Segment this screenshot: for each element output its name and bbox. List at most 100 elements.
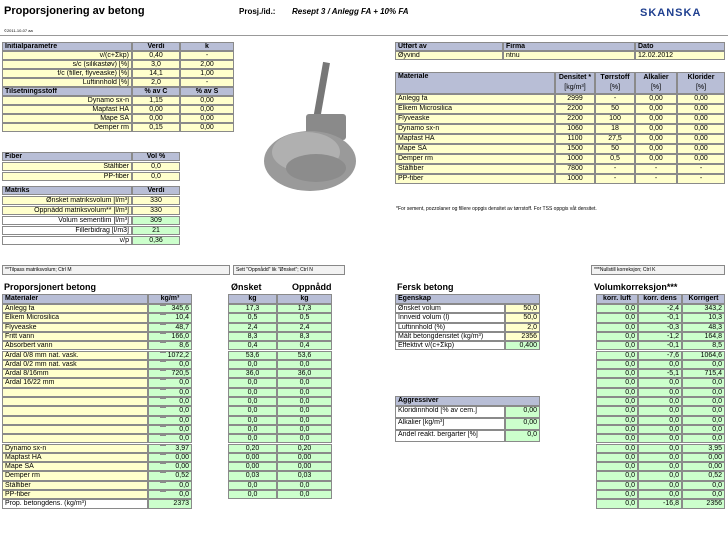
got-kg-value: 36,0 xyxy=(277,369,332,379)
column-header-label: Tørrstoff xyxy=(600,74,630,81)
proportion-material-name[interactable]: Elkem Microsilica xyxy=(2,313,148,323)
proportion-material-name[interactable]: Flyveaske xyxy=(2,322,148,332)
param-k-input[interactable]: 2,00 xyxy=(180,60,234,69)
material-dry-input[interactable]: 0,5 xyxy=(595,154,635,164)
material-name-input[interactable]: Elkem Microsilica xyxy=(395,104,555,114)
fresh-value[interactable]: 50,0 xyxy=(505,313,540,323)
proportion-material-name[interactable]: Fritt vann xyxy=(2,331,148,342)
performed-by-input[interactable]: Øyvind xyxy=(395,51,503,60)
material-density-input[interactable]: 1100 xyxy=(555,134,595,144)
material-dry-input[interactable]: - xyxy=(595,174,635,184)
additive-s-input[interactable]: 0,00 xyxy=(180,96,234,105)
proportion-material-name[interactable]: Demper rm xyxy=(2,471,148,481)
proportion-material-name[interactable]: Mapfast HA xyxy=(2,452,148,463)
additive-c-input[interactable]: 0,15 xyxy=(132,123,180,132)
material-density-input[interactable]: 1060 xyxy=(555,124,595,134)
material-alkali-input[interactable]: 0,00 xyxy=(635,94,677,104)
firm-input[interactable]: ntnu xyxy=(503,51,635,60)
material-density-input[interactable]: 2200 xyxy=(555,114,595,124)
matrix-value[interactable]: 330 xyxy=(132,196,180,205)
material-alkali-input[interactable]: 0,00 xyxy=(635,154,677,164)
fresh-value[interactable]: 50,0 xyxy=(505,304,540,314)
material-density-input[interactable]: 1000 xyxy=(555,154,595,164)
proportion-material-name[interactable]: Mape SA xyxy=(2,462,148,472)
matrix-value[interactable]: 330 xyxy=(132,206,180,215)
proportion-material-name[interactable]: Årdal 0/8 mm nat. vask. xyxy=(2,350,148,360)
additive-c-input[interactable]: 0,00 xyxy=(132,114,180,123)
material-alkali-input[interactable]: 0,00 xyxy=(635,144,677,154)
fresh-value[interactable]: 2356 xyxy=(505,331,540,342)
material-dry-input[interactable]: - xyxy=(595,94,635,104)
corr-dens-value: -0,1 xyxy=(638,313,682,323)
material-dry-input[interactable]: 50 xyxy=(595,104,635,114)
material-density-input[interactable]: 2999 xyxy=(555,94,595,104)
material-name-input[interactable]: Stålfiber xyxy=(395,164,555,174)
proportion-material-name[interactable]: Årdal 0/2 mm nat. vask xyxy=(2,359,148,370)
proportion-material-name[interactable]: PP-fiber xyxy=(2,490,148,500)
param-value-input[interactable]: 3,0 xyxy=(132,60,180,69)
material-name-input[interactable]: Mapfast HA xyxy=(395,134,555,144)
proportion-material-name[interactable] xyxy=(2,387,148,397)
fresh-value[interactable]: 2,0 xyxy=(505,322,540,332)
proportion-material-name[interactable]: Dynamo sx-n xyxy=(2,443,148,453)
material-dry-input[interactable]: 18 xyxy=(595,124,635,134)
material-name-input[interactable]: Flyveaske xyxy=(395,114,555,124)
proportion-material-name[interactable]: Anlegg fa xyxy=(2,304,148,314)
additive-c-input[interactable]: 1,15 xyxy=(132,96,180,105)
proportion-material-name[interactable] xyxy=(2,406,148,416)
proportion-material-name[interactable]: Årdal 8/16mm xyxy=(2,369,148,379)
proportion-material-name[interactable] xyxy=(2,397,148,407)
fiber-input[interactable]: 0,0 xyxy=(132,162,180,171)
material-alkali-input[interactable]: 0,00 xyxy=(635,134,677,144)
material-chloride-input[interactable]: 0,00 xyxy=(677,114,725,124)
param-value-input[interactable]: 14,1 xyxy=(132,69,180,78)
date-input[interactable]: 12.02.2012 xyxy=(635,51,725,60)
material-alkali-input[interactable]: 0,00 xyxy=(635,124,677,134)
material-chloride-input[interactable]: 0,00 xyxy=(677,134,725,144)
material-dry-input[interactable]: 50 xyxy=(595,144,635,154)
additive-s-input[interactable]: 0,00 xyxy=(180,114,234,123)
proportion-material-name[interactable]: Årdal 16/22 mm xyxy=(2,378,148,388)
material-name-input[interactable]: PP-fiber xyxy=(395,174,555,184)
param-k-input[interactable]: 1,00 xyxy=(180,69,234,78)
material-dry-input[interactable]: 100 xyxy=(595,114,635,124)
material-name-input[interactable]: Dynamo sx-n xyxy=(395,124,555,134)
proportion-material-name[interactable] xyxy=(2,434,148,444)
proportion-material-name[interactable] xyxy=(2,424,148,435)
material-name-input[interactable]: Mape SA xyxy=(395,144,555,154)
material-density-input[interactable]: 7800 xyxy=(555,164,595,174)
material-chloride-input[interactable]: 0,00 xyxy=(677,94,725,104)
material-dry-input[interactable]: - xyxy=(595,164,635,174)
param-k-input[interactable]: - xyxy=(180,78,234,87)
proportion-material-name[interactable]: Absorbert vann xyxy=(2,341,148,351)
param-value-input[interactable]: 0,40 xyxy=(132,51,180,60)
material-name-input[interactable]: Demper rm xyxy=(395,154,555,164)
header-performed-by: Utført av xyxy=(395,42,503,51)
material-alkali-input[interactable]: - xyxy=(635,174,677,184)
additive-s-input[interactable]: 0,00 xyxy=(180,123,234,132)
got-kg-value: 8,3 xyxy=(277,331,332,342)
material-chloride-input[interactable]: 0,00 xyxy=(677,124,725,134)
param-k-input[interactable]: - xyxy=(180,51,234,60)
additive-s-input[interactable]: 0,00 xyxy=(180,105,234,114)
material-density-input[interactable]: 1000 xyxy=(555,174,595,184)
material-chloride-input[interactable]: - xyxy=(677,164,725,174)
material-density-input[interactable]: 1500 xyxy=(555,144,595,154)
got-kg-value: 0,0 xyxy=(277,434,332,444)
material-dry-input[interactable]: 27,5 xyxy=(595,134,635,144)
material-alkali-input[interactable]: 0,00 xyxy=(635,114,677,124)
matrix-label: Oppnådd matriksvolum** [l/m³] xyxy=(2,206,132,215)
material-name-input[interactable]: Anlegg fa xyxy=(395,94,555,104)
material-chloride-input[interactable]: 0,00 xyxy=(677,104,725,114)
material-alkali-input[interactable]: - xyxy=(635,164,677,174)
material-chloride-input[interactable]: 0,00 xyxy=(677,154,725,164)
param-value-input[interactable]: 2,0 xyxy=(132,78,180,87)
material-chloride-input[interactable]: 0,00 xyxy=(677,144,725,154)
fiber-input[interactable]: 0,0 xyxy=(132,172,180,181)
material-chloride-input[interactable]: - xyxy=(677,174,725,184)
additive-c-input[interactable]: 0,00 xyxy=(132,105,180,114)
proportion-material-name[interactable] xyxy=(2,415,148,425)
material-alkali-input[interactable]: 0,00 xyxy=(635,104,677,114)
material-density-input[interactable]: 2200 xyxy=(555,104,595,114)
proportion-material-name[interactable]: Stålfiber xyxy=(2,480,148,490)
